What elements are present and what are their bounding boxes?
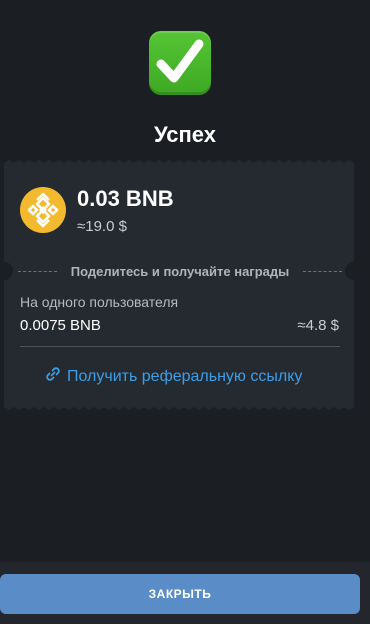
per-user-amount: 0.0075 BNB bbox=[20, 317, 101, 334]
close-button[interactable]: ЗАКРЫТЬ bbox=[0, 574, 360, 614]
per-user-label: На одного пользователя bbox=[20, 294, 179, 310]
dashed-line-left bbox=[18, 270, 57, 272]
divider bbox=[20, 346, 340, 347]
referral-link-label: Получить реферальную ссылку bbox=[67, 367, 303, 385]
share-divider: Поделитесь и получайте награды bbox=[12, 261, 348, 281]
page-title: Успех bbox=[153, 122, 216, 147]
per-user-usd: ≈4.8 $ bbox=[297, 317, 339, 334]
reward-amount-usd: ≈19.0 $ bbox=[77, 218, 127, 235]
dashed-line-right bbox=[303, 270, 342, 272]
bnb-icon bbox=[20, 187, 66, 233]
reward-amount: 0.03 BNB bbox=[77, 186, 174, 211]
referral-link[interactable]: Получить реферальную ссылку bbox=[45, 366, 302, 387]
link-icon bbox=[45, 366, 61, 387]
share-text: Поделитесь и получайте награды bbox=[70, 263, 290, 279]
check-mark-icon bbox=[149, 31, 211, 95]
